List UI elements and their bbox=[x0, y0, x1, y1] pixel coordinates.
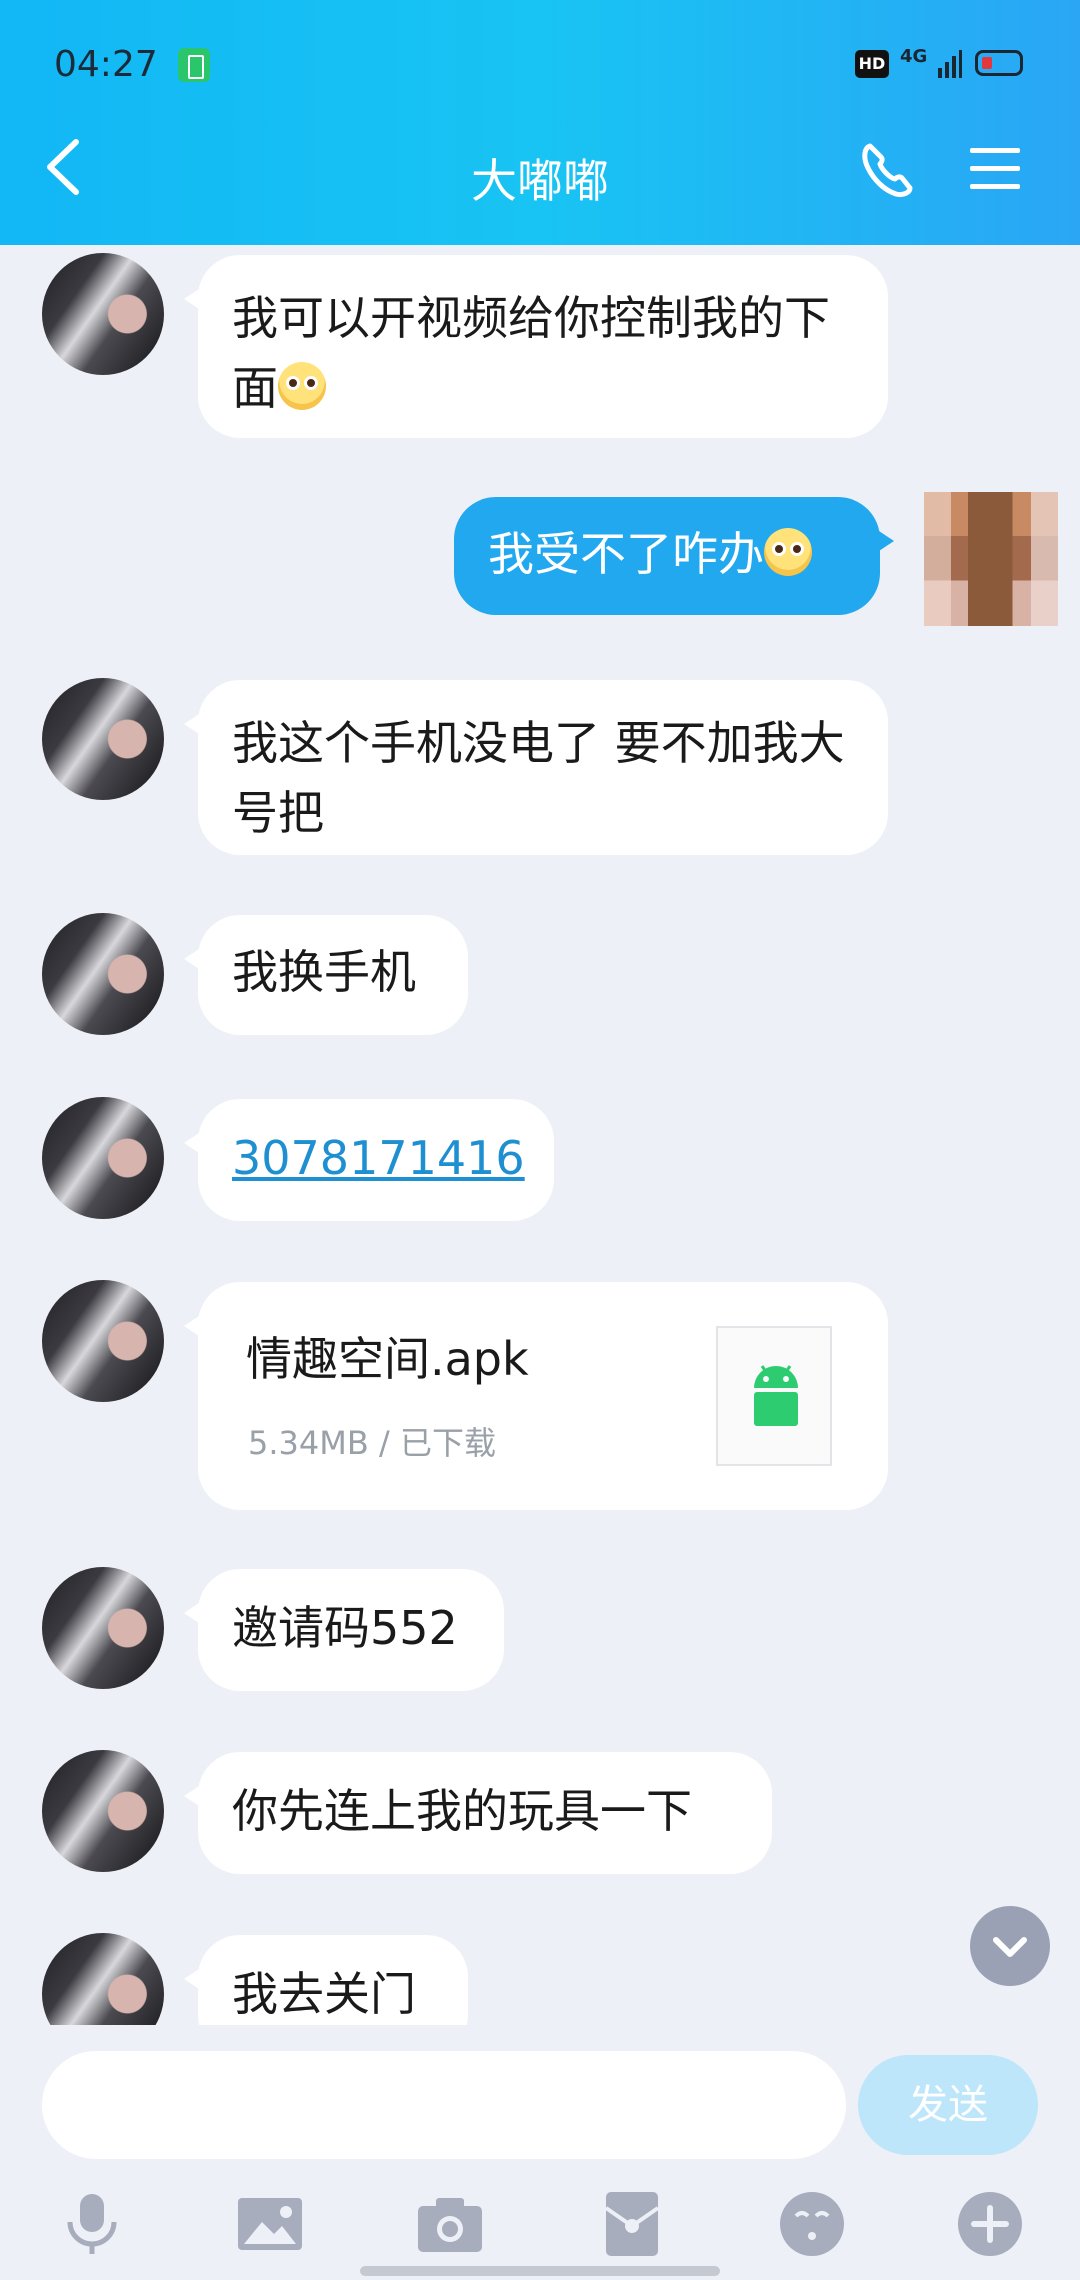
contact-avatar[interactable] bbox=[42, 1097, 164, 1219]
file-thumbnail bbox=[716, 1326, 832, 1466]
camera-icon[interactable] bbox=[416, 2190, 484, 2258]
scroll-to-bottom-button[interactable] bbox=[970, 1906, 1050, 1986]
message-text: 我去关门 bbox=[232, 1967, 416, 2021]
message-text: 我换手机 bbox=[232, 945, 416, 999]
message-bubble[interactable]: 我这个手机没电了 要不加我大号把 bbox=[184, 680, 888, 855]
status-time: 04:27 bbox=[54, 44, 158, 85]
home-indicator bbox=[360, 2266, 720, 2276]
contact-avatar[interactable] bbox=[42, 678, 164, 800]
message-text: 我这个手机没电了 要不加我大号把 bbox=[232, 716, 845, 840]
signal-icon bbox=[938, 50, 962, 78]
message-bubble[interactable]: 你先连上我的玩具一下 bbox=[184, 1752, 772, 1874]
my-avatar[interactable] bbox=[924, 492, 1058, 626]
contact-avatar[interactable] bbox=[42, 913, 164, 1035]
contact-avatar[interactable] bbox=[42, 1280, 164, 1402]
chat-title: 大嘟嘟 bbox=[471, 154, 609, 208]
chevron-down-icon bbox=[993, 1937, 1027, 1957]
file-name: 情趣空间.apk bbox=[246, 1332, 529, 1386]
contact-avatar[interactable] bbox=[42, 1750, 164, 1872]
message-list[interactable]: 我可以开视频给你控制我的下面 我受不了咋办 我这个手机没电了 要不加我大号把 我… bbox=[0, 245, 1080, 2025]
plus-icon[interactable] bbox=[956, 2190, 1024, 2258]
microphone-icon[interactable] bbox=[58, 2190, 126, 2258]
message-bubble[interactable]: 邀请码552 bbox=[184, 1569, 504, 1691]
message-bubble[interactable]: 3078171416 bbox=[184, 1099, 554, 1221]
file-meta: 5.34MB / 已下载 bbox=[248, 1424, 496, 1462]
red-packet-icon[interactable] bbox=[598, 2190, 666, 2258]
battery-icon bbox=[975, 50, 1023, 76]
message-bubble[interactable]: 我可以开视频给你控制我的下面 bbox=[184, 255, 888, 438]
pleading-emoji-icon bbox=[764, 528, 812, 576]
hd-badge: HD bbox=[855, 50, 889, 78]
menu-button[interactable] bbox=[968, 144, 1022, 192]
message-text: 你先连上我的玩具一下 bbox=[232, 1784, 692, 1838]
message-bubble[interactable]: 我换手机 bbox=[184, 915, 468, 1035]
composer: 发送 bbox=[0, 2025, 1080, 2280]
contact-avatar[interactable] bbox=[42, 253, 164, 375]
message-bubble[interactable]: 我去关门 bbox=[184, 1935, 468, 2025]
battery-saver-icon bbox=[178, 48, 210, 82]
back-button[interactable] bbox=[40, 136, 90, 198]
android-icon bbox=[754, 1365, 798, 1426]
qq-number-link[interactable]: 3078171416 bbox=[232, 1131, 525, 1185]
network-type: 4G bbox=[900, 46, 928, 67]
send-button[interactable]: 发送 bbox=[858, 2055, 1038, 2155]
emoji-icon[interactable] bbox=[778, 2190, 846, 2258]
pleading-emoji-icon bbox=[278, 362, 326, 410]
message-input[interactable] bbox=[42, 2051, 846, 2159]
file-message-card[interactable]: 情趣空间.apk 5.34MB / 已下载 bbox=[184, 1282, 888, 1510]
message-text: 我受不了咋办 bbox=[488, 527, 764, 581]
contact-avatar[interactable] bbox=[42, 1933, 164, 2025]
image-icon[interactable] bbox=[236, 2190, 304, 2258]
contact-avatar[interactable] bbox=[42, 1567, 164, 1689]
message-bubble-sent[interactable]: 我受不了咋办 bbox=[454, 497, 894, 615]
call-button[interactable] bbox=[860, 140, 914, 198]
chat-header: 04:27 HD 4G 大嘟嘟 bbox=[0, 0, 1080, 245]
message-text: 邀请码552 bbox=[232, 1601, 458, 1655]
